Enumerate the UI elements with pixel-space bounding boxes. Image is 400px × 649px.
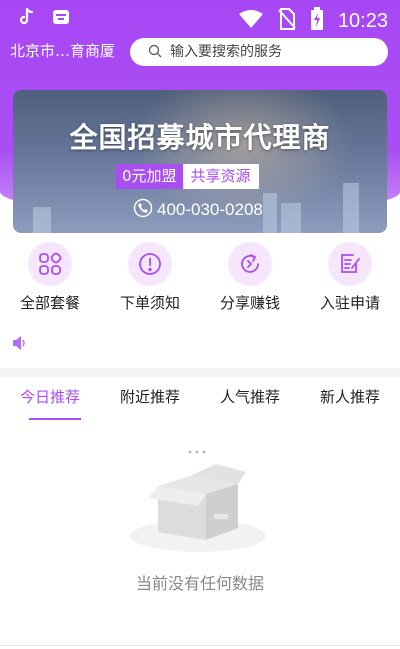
tab-newcomer[interactable]: 新人推荐 bbox=[305, 386, 395, 422]
city-building bbox=[343, 183, 359, 233]
menu-label: 分享赚钱 bbox=[219, 294, 280, 312]
wifi-icon bbox=[238, 9, 264, 33]
tab-nearby[interactable]: 附近推荐 bbox=[105, 386, 195, 422]
menu-label: 入驻申请 bbox=[319, 294, 380, 312]
tag-share-resources: 共享资源 bbox=[182, 164, 259, 189]
exclamation-icon bbox=[128, 242, 172, 286]
city-building bbox=[33, 207, 51, 233]
search-input[interactable] bbox=[170, 44, 380, 60]
phone-number: 400-030-0208 bbox=[157, 200, 263, 219]
menu-all-packages[interactable]: 全部套餐 bbox=[5, 242, 95, 322]
city-building bbox=[281, 203, 301, 233]
battery-charging-icon bbox=[310, 7, 324, 35]
speaker-icon bbox=[11, 336, 29, 356]
promo-banner[interactable]: 全国招募城市代理商 0元加盟 共享资源 400-030-0208 bbox=[13, 90, 387, 233]
banner-title: 全国招募城市代理商 bbox=[69, 121, 331, 154]
share-refresh-icon bbox=[228, 242, 272, 286]
menu-label: 下单须知 bbox=[119, 294, 180, 312]
phone-icon bbox=[133, 198, 153, 222]
city-building bbox=[263, 193, 277, 233]
empty-state: 当前没有任何数据 bbox=[0, 440, 400, 600]
calendar-app-icon bbox=[52, 8, 70, 30]
bottom-divider bbox=[0, 645, 400, 646]
menu-order-notice[interactable]: 下单须知 bbox=[105, 242, 195, 322]
section-divider bbox=[0, 368, 400, 377]
menu-label: 全部套餐 bbox=[19, 294, 80, 312]
banner-phone: 400-030-0208 bbox=[133, 198, 263, 222]
tag-free-join: 0元加盟 bbox=[116, 164, 183, 189]
empty-box-icon bbox=[130, 450, 266, 552]
search-icon bbox=[148, 43, 162, 62]
edit-document-icon bbox=[328, 242, 372, 286]
banner-tags: 0元加盟 共享资源 bbox=[116, 164, 259, 189]
tab-popular[interactable]: 人气推荐 bbox=[205, 386, 295, 422]
menu-share-earn[interactable]: 分享赚钱 bbox=[205, 242, 295, 322]
recommend-tabs: 今日推荐 附近推荐 人气推荐 新人推荐 bbox=[0, 386, 400, 422]
menu-join-application[interactable]: 入驻申请 bbox=[305, 242, 395, 322]
status-bar: 10:23 bbox=[0, 0, 400, 36]
quick-menu: 全部套餐 下单须知 分享赚钱 入驻申请 bbox=[0, 242, 400, 322]
empty-text: 当前没有任何数据 bbox=[135, 574, 264, 593]
status-time: 10:23 bbox=[337, 9, 388, 32]
search-bar[interactable] bbox=[130, 38, 388, 66]
no-sim-icon bbox=[278, 8, 296, 34]
tab-today[interactable]: 今日推荐 bbox=[5, 386, 95, 422]
grid-icon bbox=[28, 242, 72, 286]
notice-bar[interactable] bbox=[11, 334, 29, 356]
tiktok-icon bbox=[18, 7, 34, 30]
location-selector[interactable]: 北京市…育商厦 bbox=[10, 40, 126, 61]
